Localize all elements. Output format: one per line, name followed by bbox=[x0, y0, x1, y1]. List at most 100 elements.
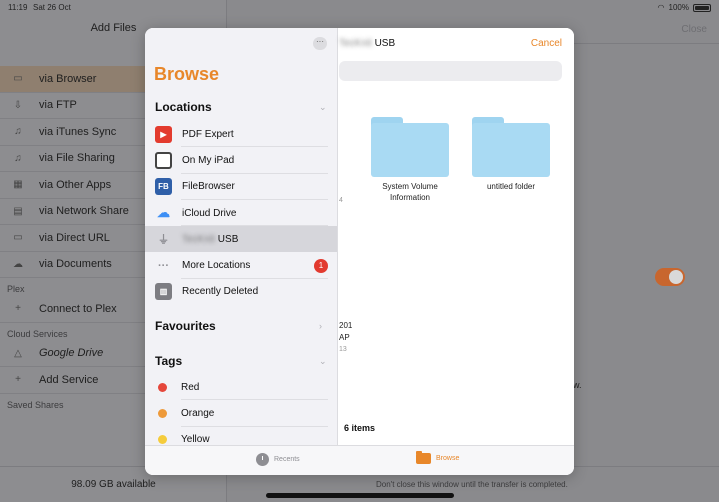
yellow-dot-icon bbox=[158, 435, 167, 445]
favourites-header[interactable]: Favourites bbox=[155, 319, 216, 333]
source-item-label: via Documents bbox=[39, 258, 112, 271]
redacted-usb-name: TecKnit bbox=[339, 38, 372, 49]
more-options-button[interactable]: ··· bbox=[313, 37, 327, 50]
tab-bar: Recents Browse bbox=[145, 445, 574, 475]
locations-header[interactable]: Locations bbox=[155, 100, 212, 114]
source-item-label: via Other Apps bbox=[39, 178, 112, 191]
notification-badge: 1 bbox=[314, 258, 328, 273]
tab-label: Browse bbox=[436, 455, 460, 462]
source-item-label: via Network Share bbox=[39, 205, 129, 218]
home-indicator bbox=[266, 493, 454, 498]
wifi-icon: ◠ bbox=[657, 3, 665, 12]
icloud-icon: ☁ bbox=[157, 205, 170, 221]
tags-list: Red Orange Yellow bbox=[145, 374, 337, 445]
folder-label: untitled folder bbox=[486, 182, 536, 191]
partial-item-text: 4 bbox=[339, 197, 343, 204]
tag-yellow[interactable]: Yellow bbox=[145, 427, 337, 445]
location-label: iCloud Drive bbox=[182, 207, 237, 219]
ellipsis-icon: ··· bbox=[158, 259, 169, 272]
tag-red[interactable]: Red bbox=[145, 374, 337, 401]
folder-content: TecKnit USB Cancel 4 System Volume Inform… bbox=[339, 28, 574, 445]
tags-header[interactable]: Tags bbox=[155, 354, 182, 368]
location-label: More Locations bbox=[182, 260, 251, 272]
source-item-label: via FTP bbox=[39, 99, 77, 112]
network-share-icon: ▤ bbox=[13, 205, 23, 217]
tag-label: Red bbox=[181, 381, 200, 393]
chevron-down-icon[interactable]: ⌄ bbox=[319, 102, 327, 113]
plus-icon: + bbox=[15, 303, 21, 315]
close-button[interactable]: Close bbox=[681, 24, 707, 35]
tab-recents[interactable]: Recents bbox=[256, 453, 300, 466]
location-on-my-ipad[interactable]: On My iPad bbox=[145, 147, 337, 174]
source-item-label: via File Sharing bbox=[39, 152, 115, 165]
plus-icon: + bbox=[15, 374, 21, 386]
chevron-right-icon[interactable]: › bbox=[319, 321, 322, 331]
tag-label: Yellow bbox=[181, 434, 210, 445]
locations-list: ▶ PDF Expert On My iPad FB FileBrowser ☁… bbox=[145, 121, 337, 305]
files-picker-sheet: ··· Browse Locations ⌄ ▶ PDF Expert On M… bbox=[145, 28, 574, 475]
redacted-usb-name: TecKnit bbox=[182, 233, 215, 245]
status-time: 11:19 bbox=[8, 3, 28, 12]
connect-plex-label: Connect to Plex bbox=[39, 302, 117, 315]
source-item-label: via Direct URL bbox=[39, 231, 110, 244]
location-icloud-drive[interactable]: ☁ iCloud Drive bbox=[145, 200, 337, 227]
ipad-icon bbox=[155, 151, 172, 169]
browse-title: Browse bbox=[154, 64, 220, 84]
folder-title-text: USB bbox=[374, 38, 396, 49]
location-filebrowser[interactable]: FB FileBrowser bbox=[145, 174, 337, 200]
partial-item-text: AP bbox=[339, 333, 350, 342]
status-date: Sat 26 Oct bbox=[33, 3, 71, 12]
add-service-label: Add Service bbox=[39, 373, 99, 386]
usb-icon: ⏚ bbox=[158, 234, 169, 247]
location-pdf-expert[interactable]: ▶ PDF Expert bbox=[145, 121, 337, 148]
partial-item-text: 13 bbox=[339, 346, 347, 353]
battery-percent: 100% bbox=[668, 3, 689, 12]
chevron-down-icon[interactable]: ⌄ bbox=[319, 356, 327, 367]
status-bar: 11:19 Sat 26 Oct ◠ 100% bbox=[0, 0, 719, 14]
location-label: On My iPad bbox=[182, 154, 235, 166]
cancel-button[interactable]: Cancel bbox=[531, 38, 562, 49]
file-sharing-icon: ♫ bbox=[14, 152, 22, 164]
clock-icon bbox=[256, 453, 269, 466]
location-usb[interactable]: ⏚ TecKnit USB bbox=[145, 226, 337, 253]
trash-icon: ▥ bbox=[155, 283, 172, 301]
folder-icon bbox=[416, 451, 431, 464]
tab-browse[interactable]: Browse bbox=[416, 451, 460, 464]
direct-url-icon: ▭ bbox=[13, 232, 23, 244]
location-recently-deleted[interactable]: ▥ Recently Deleted bbox=[145, 279, 337, 305]
location-label: PDF Expert bbox=[182, 128, 234, 140]
browser-icon: ▭ bbox=[13, 73, 23, 85]
source-item-label: via Browser bbox=[39, 72, 97, 85]
ftp-icon: ⇩ bbox=[13, 99, 23, 111]
itunes-icon: ♫ bbox=[14, 126, 22, 138]
folder-untitled[interactable]: untitled folder bbox=[472, 117, 550, 192]
google-drive-icon: △ bbox=[14, 347, 22, 359]
background-partial-text: w. bbox=[573, 380, 582, 390]
pdf-expert-icon: ▶ bbox=[155, 125, 172, 143]
items-count: 6 items bbox=[344, 423, 376, 433]
folder-title: TecKnit USB bbox=[339, 38, 395, 49]
location-label: Recently Deleted bbox=[182, 286, 259, 298]
background-toggle[interactable] bbox=[655, 268, 685, 286]
location-more-locations[interactable]: ··· More Locations 1 bbox=[145, 252, 337, 279]
red-dot-icon bbox=[158, 382, 167, 392]
google-drive-label: Google Drive bbox=[39, 347, 104, 360]
filebrowser-icon: FB bbox=[155, 178, 172, 196]
tab-label: Recents bbox=[274, 456, 300, 463]
location-label: USB bbox=[217, 233, 239, 245]
folder-icon bbox=[371, 117, 449, 177]
other-apps-icon: ▦ bbox=[13, 179, 23, 191]
folder-system-volume-information[interactable]: System Volume Information bbox=[371, 117, 449, 203]
folder-icon bbox=[472, 117, 550, 177]
battery-icon bbox=[693, 3, 711, 12]
partial-item-text: 201 bbox=[339, 321, 353, 330]
browse-sidebar: ··· Browse Locations ⌄ ▶ PDF Expert On M… bbox=[145, 28, 338, 445]
orange-dot-icon bbox=[158, 408, 167, 418]
search-input[interactable] bbox=[339, 61, 562, 81]
documents-icon: ☁ bbox=[13, 258, 23, 270]
location-label: FileBrowser bbox=[182, 181, 235, 193]
tag-label: Orange bbox=[181, 407, 215, 419]
tag-orange[interactable]: Orange bbox=[145, 400, 337, 427]
source-item-label: via iTunes Sync bbox=[39, 125, 117, 138]
status-right: ◠ 100% bbox=[658, 3, 711, 12]
